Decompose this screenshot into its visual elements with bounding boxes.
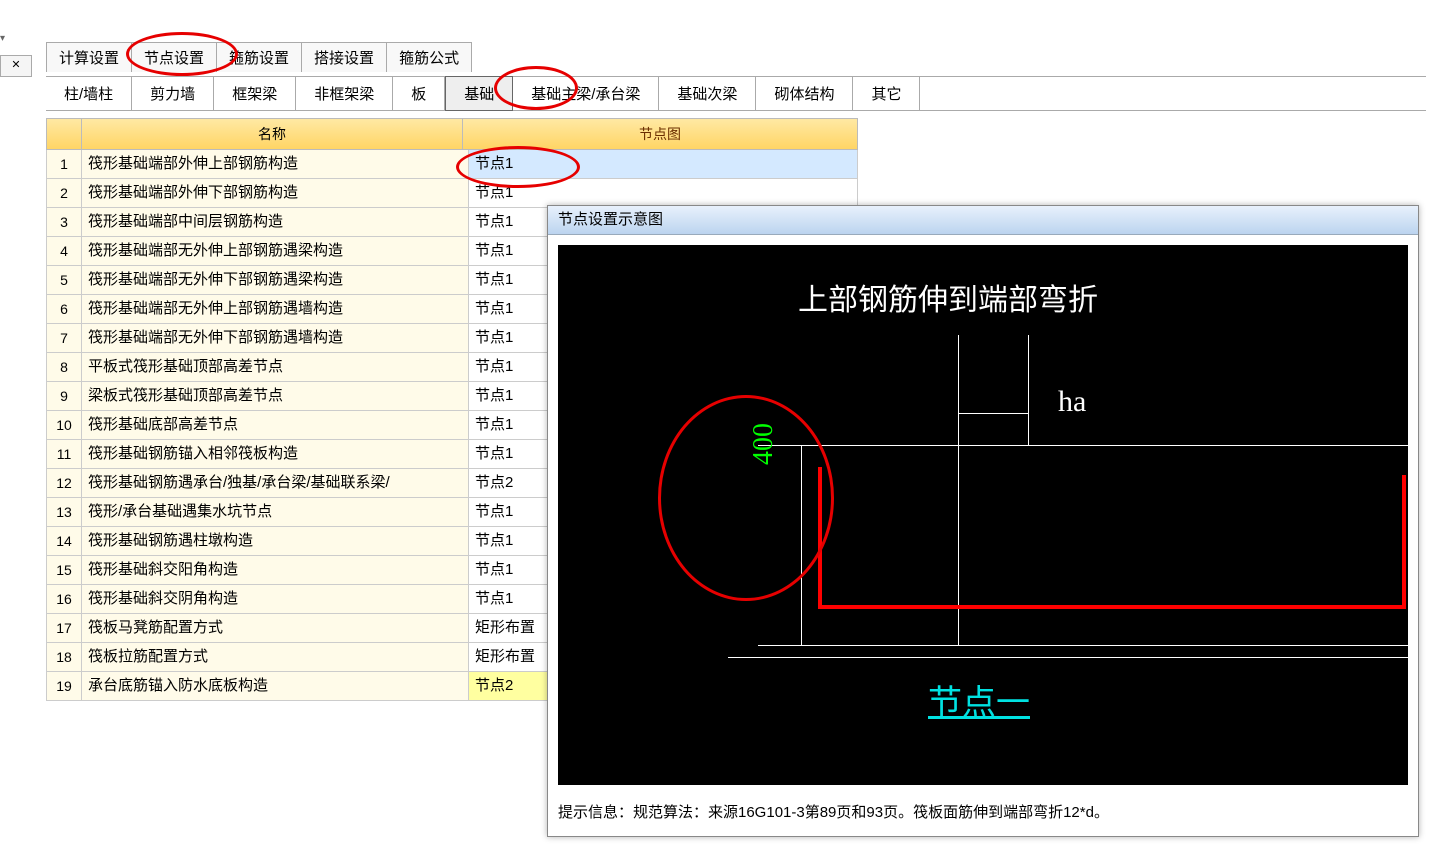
subtab-foundation-sec-beam[interactable]: 基础次梁 — [659, 77, 756, 110]
diagram-rebar-shape — [818, 475, 1406, 609]
row-index: 14 — [47, 527, 82, 555]
diagram-dimension-400: 400 — [748, 423, 780, 465]
row-name: 筏形基础端部无外伸上部钢筋遇墙构造 — [82, 295, 469, 323]
row-index: 4 — [47, 237, 82, 265]
row-name: 筏形基础钢筋遇柱墩构造 — [82, 527, 469, 555]
row-name: 筏形基础钢筋遇承台/独基/承台梁/基础联系梁/ — [82, 469, 469, 497]
row-index: 18 — [47, 643, 82, 671]
row-name: 筏形基础端部无外伸上部钢筋遇梁构造 — [82, 237, 469, 265]
diagram-window: 节点设置示意图 上部钢筋伸到端部弯折 ha 400 节点一 提示信息：规范算法：… — [547, 205, 1419, 837]
row-name: 承台底筋锚入防水底板构造 — [82, 672, 469, 700]
row-index: 7 — [47, 324, 82, 352]
diagram-node-label: 节点一 — [928, 675, 1030, 724]
row-name: 梁板式筏形基础顶部高差节点 — [82, 382, 469, 410]
subtab-nonframe-beam[interactable]: 非框架梁 — [296, 77, 393, 110]
row-index: 19 — [47, 672, 82, 700]
row-index: 5 — [47, 266, 82, 294]
row-index: 10 — [47, 411, 82, 439]
row-name: 筏形基础斜交阳角构造 — [82, 556, 469, 584]
row-index: 9 — [47, 382, 82, 410]
table-header: 名称 节点图 — [46, 118, 858, 150]
row-name: 筏形基础底部高差节点 — [82, 411, 469, 439]
subtab-frame-beam[interactable]: 框架梁 — [214, 77, 296, 110]
diagram-window-title: 节点设置示意图 — [548, 206, 1418, 235]
row-index: 8 — [47, 353, 82, 381]
row-name: 筏形基础钢筋锚入相邻筏板构造 — [82, 440, 469, 468]
tab-stirrup-settings[interactable]: 箍筋设置 — [217, 42, 302, 72]
subtab-foundation-main-beam[interactable]: 基础主梁/承台梁 — [513, 77, 659, 110]
subtab-shearwall[interactable]: 剪力墙 — [132, 77, 214, 110]
close-button[interactable]: ✕ — [0, 55, 32, 77]
row-name: 筏形/承台基础遇集水坑节点 — [82, 498, 469, 526]
annotation-circle — [658, 395, 834, 601]
header-name: 名称 — [82, 119, 463, 149]
row-name: 筏形基础斜交阴角构造 — [82, 585, 469, 613]
tab-calc-settings[interactable]: 计算设置 — [46, 42, 132, 72]
subtab-other[interactable]: 其它 — [853, 77, 920, 110]
row-name: 筏形基础端部无外伸下部钢筋遇墙构造 — [82, 324, 469, 352]
tab-node-settings[interactable]: 节点设置 — [132, 42, 217, 72]
diagram-dimension-ha: ha — [1058, 385, 1086, 419]
row-index: 15 — [47, 556, 82, 584]
row-name: 筏板马凳筋配置方式 — [82, 614, 469, 642]
row-value[interactable]: 节点1 — [469, 179, 857, 207]
table-row[interactable]: 2筏形基础端部外伸下部钢筋构造节点1 — [46, 179, 858, 208]
subtab-column[interactable]: 柱/墙柱 — [46, 77, 132, 110]
subtab-slab[interactable]: 板 — [393, 77, 445, 110]
row-name: 平板式筏形基础顶部高差节点 — [82, 353, 469, 381]
row-name: 筏形基础端部中间层钢筋构造 — [82, 208, 469, 236]
row-name: 筏形基础端部外伸下部钢筋构造 — [82, 179, 469, 207]
row-name: 筏板拉筋配置方式 — [82, 643, 469, 671]
row-index: 12 — [47, 469, 82, 497]
sub-tabs: 柱/墙柱 剪力墙 框架梁 非框架梁 板 基础 基础主梁/承台梁 基础次梁 砌体结… — [46, 76, 1426, 111]
subtab-masonry[interactable]: 砌体结构 — [756, 77, 853, 110]
row-index: 17 — [47, 614, 82, 642]
tab-splice-settings[interactable]: 搭接设置 — [302, 42, 387, 72]
diagram-main-label: 上部钢筋伸到端部弯折 — [798, 275, 1098, 319]
row-index: 1 — [47, 150, 82, 178]
row-name: 筏形基础端部无外伸下部钢筋遇梁构造 — [82, 266, 469, 294]
tab-stirrup-formula[interactable]: 箍筋公式 — [387, 42, 472, 72]
main-tabs: 计算设置 节点设置 箍筋设置 搭接设置 箍筋公式 — [46, 42, 472, 72]
row-index: 3 — [47, 208, 82, 236]
diagram-canvas: 上部钢筋伸到端部弯折 ha 400 节点一 — [558, 245, 1408, 785]
row-index: 13 — [47, 498, 82, 526]
toolbar-dropdown-icon[interactable] — [0, 28, 20, 48]
row-index: 11 — [47, 440, 82, 468]
row-index: 16 — [47, 585, 82, 613]
row-value[interactable]: 节点1 — [469, 150, 857, 178]
table-row[interactable]: 1筏形基础端部外伸上部钢筋构造节点1 — [46, 150, 858, 179]
row-index: 6 — [47, 295, 82, 323]
header-diagram: 节点图 — [463, 119, 857, 149]
subtab-foundation[interactable]: 基础 — [445, 76, 513, 111]
diagram-footer-note: 提示信息：规范算法：来源16G101-3第89页和93页。筏板面筋伸到端部弯折1… — [548, 795, 1418, 828]
row-index: 2 — [47, 179, 82, 207]
row-name: 筏形基础端部外伸上部钢筋构造 — [82, 150, 469, 178]
